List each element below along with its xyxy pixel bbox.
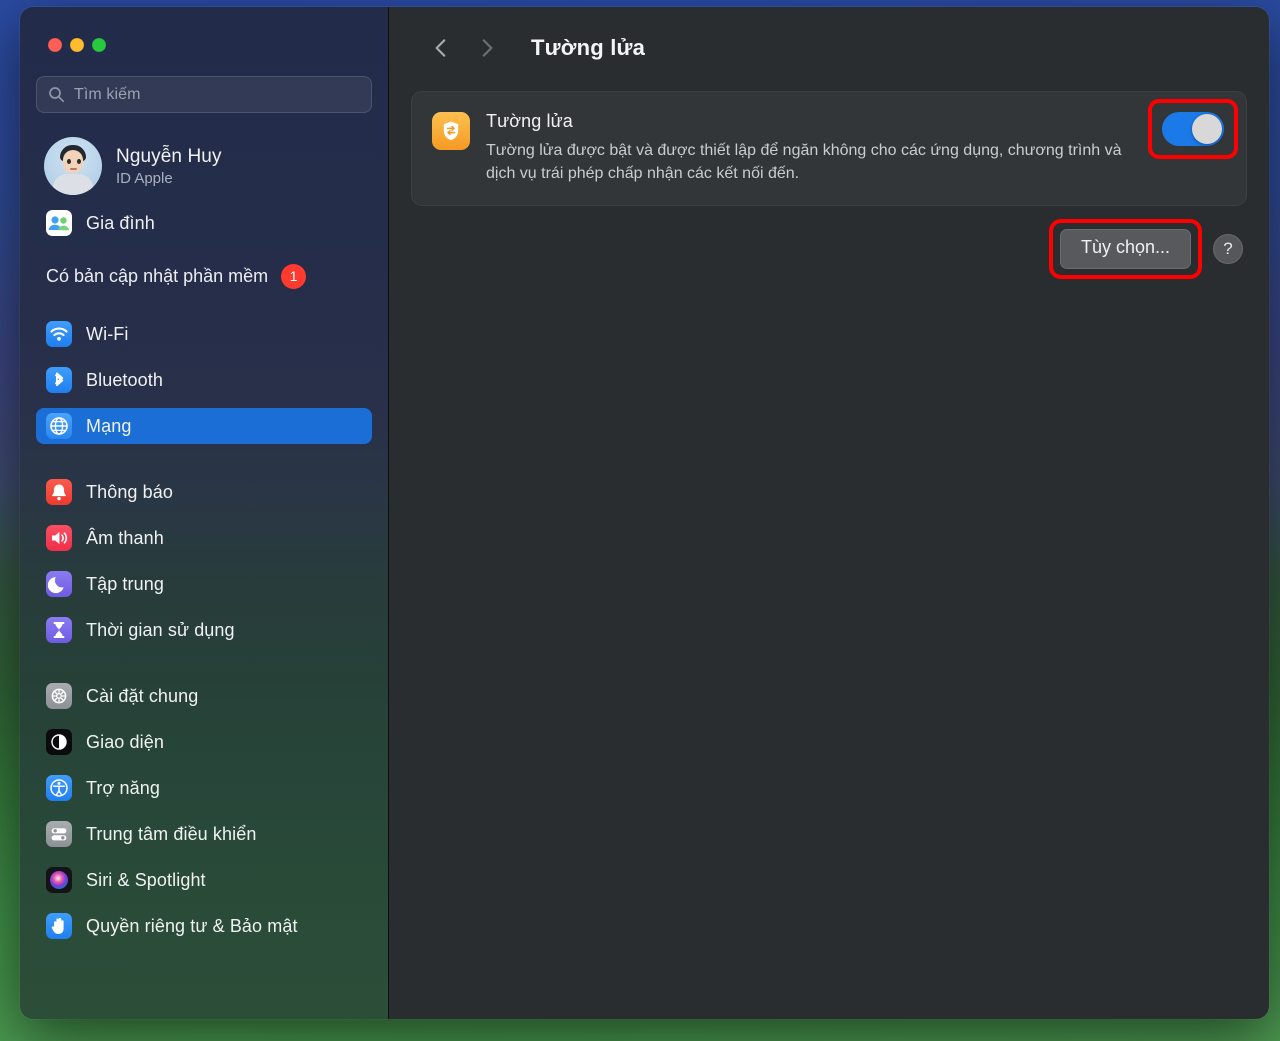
sidebar-item-label: Siri & Spotlight	[86, 869, 206, 890]
sidebar-item-label: Quyền riêng tư & Bảo mật	[86, 915, 298, 936]
account-subtitle: ID Apple	[116, 169, 173, 187]
sidebar-item-software-update[interactable]: Có bản cập nhật phần mềm 1	[36, 258, 372, 294]
sidebar-item-wifi[interactable]: Wi-Fi	[36, 316, 372, 352]
general-gear-icon	[46, 683, 72, 709]
sidebar-item-label: Âm thanh	[86, 527, 164, 548]
sidebar: Tìm kiếm Nguyễn Huy ID Apple Gia đình Có…	[20, 7, 389, 1019]
sidebar-item-general[interactable]: Cài đặt chung	[36, 678, 372, 714]
software-update-label: Có bản cập nhật phần mềm	[46, 265, 269, 286]
sidebar-item-label: Mạng	[86, 415, 132, 436]
system-settings-window: Tìm kiếm Nguyễn Huy ID Apple Gia đình Có…	[20, 7, 1269, 1019]
firewall-toggle-wrapper	[1148, 99, 1238, 159]
search-icon	[48, 86, 65, 103]
sidebar-group-general: Cài đặt chung Giao diện Trợ năng Trung t…	[36, 678, 372, 944]
search-input[interactable]: Tìm kiếm	[36, 76, 372, 113]
accessibility-icon	[46, 775, 72, 801]
minimize-button[interactable]	[70, 38, 84, 52]
sidebar-group-network: Wi-Fi Bluetooth Mạng	[36, 316, 372, 444]
sidebar-item-bluetooth[interactable]: Bluetooth	[36, 362, 372, 398]
bluetooth-icon	[46, 367, 72, 393]
sidebar-item-label: Thông báo	[86, 481, 173, 502]
family-icon	[46, 210, 72, 236]
sidebar-item-siri-spotlight[interactable]: Siri & Spotlight	[36, 862, 372, 898]
chevron-left-icon	[435, 39, 446, 57]
sidebar-item-notifications[interactable]: Thông báo	[36, 474, 372, 510]
avatar	[44, 137, 102, 195]
sidebar-item-family[interactable]: Gia đình	[36, 205, 372, 241]
firewall-card: Tường lửa Tường lửa được bật và được thi…	[411, 91, 1247, 207]
page-title: Tường lửa	[531, 35, 646, 60]
network-globe-icon	[46, 413, 72, 439]
sidebar-item-label: Gia đình	[86, 212, 155, 233]
options-row: Tùy chọn... ?	[411, 219, 1247, 280]
toolbar: Tường lửa	[411, 7, 1247, 89]
window-traffic-lights	[36, 7, 372, 52]
sidebar-item-control-center[interactable]: Trung tâm điều khiển	[36, 816, 372, 852]
siri-icon	[46, 867, 72, 893]
forward-button[interactable]	[467, 28, 507, 68]
apple-account-row[interactable]: Nguyễn Huy ID Apple	[36, 133, 372, 199]
screen-time-hourglass-icon	[46, 617, 72, 643]
sidebar-item-network[interactable]: Mạng	[36, 408, 372, 444]
help-button[interactable]: ?	[1213, 234, 1243, 265]
sidebar-item-label: Trợ năng	[86, 777, 160, 798]
back-button[interactable]	[421, 28, 461, 68]
toggle-knob	[1192, 114, 1222, 144]
main-panel: Tường lửa Tường lửa Tường lửa được bật v…	[389, 7, 1269, 1019]
sidebar-item-accessibility[interactable]: Trợ năng	[36, 770, 372, 806]
sidebar-item-sound[interactable]: Âm thanh	[36, 520, 372, 556]
close-button[interactable]	[48, 38, 62, 52]
chevron-right-icon	[482, 39, 493, 57]
options-button-wrapper: Tùy chọn...	[1048, 219, 1202, 280]
firewall-toggle[interactable]	[1162, 112, 1224, 146]
search-placeholder: Tìm kiếm	[74, 85, 141, 103]
sidebar-item-label: Bluetooth	[86, 369, 163, 390]
sidebar-item-label: Thời gian sử dụng	[86, 619, 235, 640]
notifications-bell-icon	[46, 479, 72, 505]
sidebar-item-label: Cài đặt chung	[86, 685, 199, 706]
firewall-title: Tường lửa	[486, 111, 573, 131]
sidebar-item-screen-time[interactable]: Thời gian sử dụng	[36, 612, 372, 648]
appearance-contrast-icon	[46, 729, 72, 755]
sidebar-item-label: Giao diện	[86, 731, 164, 752]
sidebar-item-privacy-security[interactable]: Quyền riêng tư & Bảo mật	[36, 908, 372, 944]
update-badge: 1	[281, 263, 307, 289]
sidebar-item-appearance[interactable]: Giao diện	[36, 724, 372, 760]
sidebar-group-system: Thông báo Âm thanh Tập trung Thời gian s…	[36, 474, 372, 648]
options-button[interactable]: Tùy chọn...	[1059, 229, 1191, 270]
firewall-shield-icon	[432, 112, 470, 150]
wifi-icon	[46, 321, 72, 347]
sidebar-item-label: Wi-Fi	[86, 323, 129, 344]
sidebar-item-focus[interactable]: Tập trung	[36, 566, 372, 602]
account-name: Nguyễn Huy	[116, 145, 222, 167]
maximize-button[interactable]	[92, 38, 106, 52]
sidebar-item-label: Trung tâm điều khiển	[86, 823, 257, 844]
sound-speaker-icon	[46, 525, 72, 551]
privacy-hand-icon	[46, 913, 72, 939]
sidebar-item-label: Tập trung	[86, 573, 164, 594]
control-center-icon	[46, 821, 72, 847]
firewall-description: Tường lửa được bật và được thiết lập để …	[486, 142, 1122, 183]
focus-moon-icon	[46, 571, 72, 597]
